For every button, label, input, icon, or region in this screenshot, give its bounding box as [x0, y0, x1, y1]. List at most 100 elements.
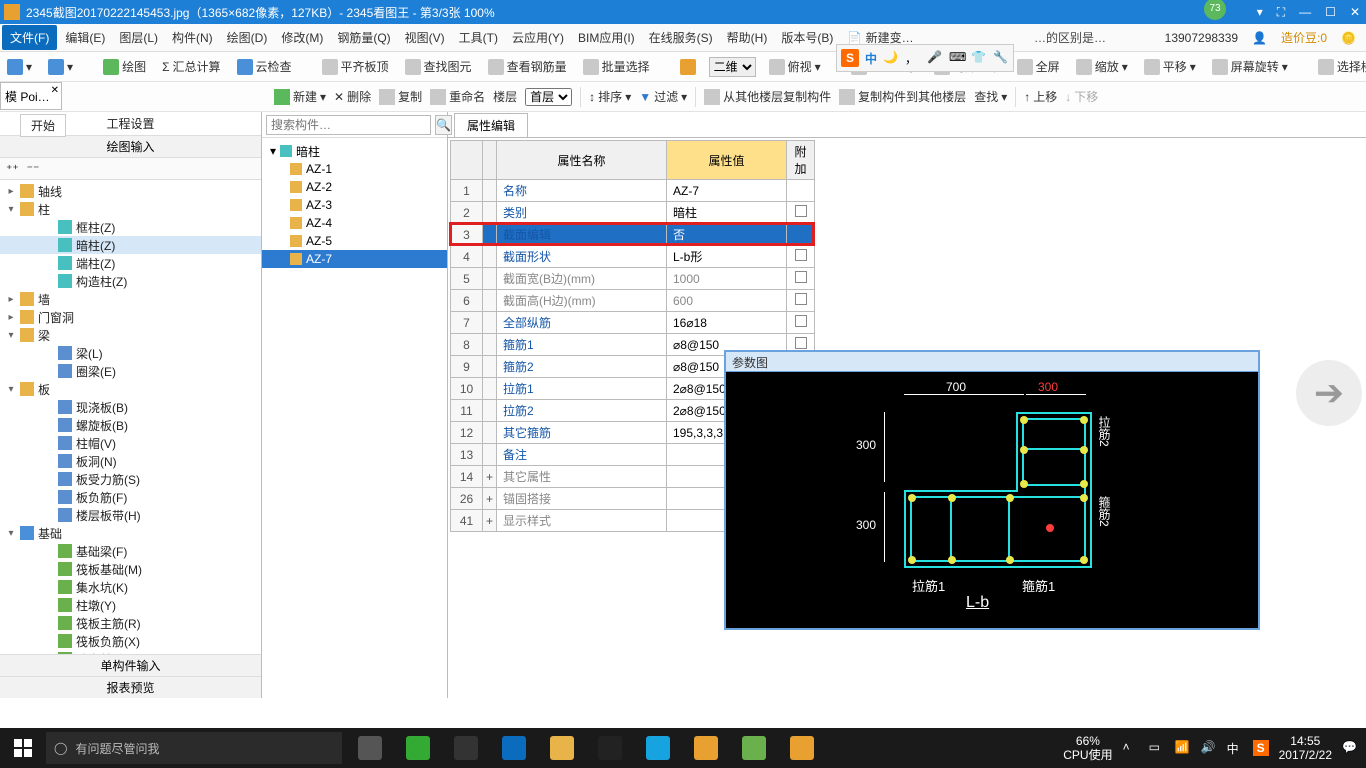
tree-node[interactable]: 梁(L): [0, 344, 261, 362]
tree-node[interactable]: ▾基础: [0, 524, 261, 542]
menu-layer[interactable]: 图层(L): [113, 25, 164, 50]
left-tab-header[interactable]: 模 Poi…✕: [0, 82, 62, 110]
tree-node[interactable]: 构造柱(Z): [0, 272, 261, 290]
start-tab[interactable]: 开始: [20, 114, 66, 137]
tree-node[interactable]: 圈梁(E): [0, 362, 261, 380]
tree-node[interactable]: ▸轴线: [0, 182, 261, 200]
fullscreen-button[interactable]: 全屏: [1014, 56, 1063, 77]
tree-node[interactable]: 螺旋板(B): [0, 416, 261, 434]
tree-node[interactable]: 筏板负筋(X): [0, 632, 261, 650]
cloud-badge[interactable]: 73: [1204, 0, 1226, 20]
next-image-arrow[interactable]: ➔: [1296, 360, 1362, 426]
table-row[interactable]: 6截面高(H边)(mm)600: [451, 290, 815, 312]
tree-node[interactable]: 板洞(N): [0, 452, 261, 470]
ime-mic-icon[interactable]: 🎤: [927, 50, 943, 66]
expand-icon[interactable]: ⁺⁺: [6, 162, 19, 176]
screen-rotate-button[interactable]: 屏幕旋转▾: [1209, 56, 1291, 77]
draw-button[interactable]: 绘图: [100, 56, 149, 77]
user-icon[interactable]: 👤: [1252, 31, 1267, 45]
list-item[interactable]: AZ-2: [262, 178, 447, 196]
menu-modify[interactable]: 修改(M): [275, 25, 329, 50]
pin-icon[interactable]: ✕: [51, 85, 59, 96]
list-item[interactable]: AZ-5: [262, 232, 447, 250]
tree-node[interactable]: 板负筋(F): [0, 488, 261, 506]
coin-icon[interactable]: 🪙: [1341, 31, 1356, 45]
new-button[interactable]: 新建▾: [274, 88, 326, 105]
menu-tools[interactable]: 工具(T): [453, 25, 504, 50]
redo-button[interactable]: ▾: [45, 57, 76, 77]
undo-button[interactable]: ▾: [4, 57, 35, 77]
table-row[interactable]: 5截面宽(B边)(mm)1000: [451, 268, 815, 290]
tree-node[interactable]: 现浇板(B): [0, 398, 261, 416]
tree-node[interactable]: 基础梁(F): [0, 542, 261, 560]
flat-top-button[interactable]: 平齐板顶: [319, 56, 392, 77]
tray-ime-icon[interactable]: 中: [1227, 740, 1243, 756]
tab-property-edit[interactable]: 属性编辑: [454, 113, 528, 137]
app-browser1[interactable]: [444, 728, 488, 768]
list-item[interactable]: AZ-7: [262, 250, 447, 268]
cortana-search[interactable]: ◯ 有问题尽管问我: [46, 732, 342, 764]
table-row[interactable]: 7全部纵筋16⌀18: [451, 312, 815, 334]
filter-button[interactable]: ▼ 过滤▾: [639, 88, 687, 105]
component-list[interactable]: ▾暗柱AZ-1AZ-2AZ-3AZ-4AZ-5AZ-7: [262, 138, 447, 698]
app-manager[interactable]: [636, 728, 680, 768]
tree-node[interactable]: 楼层板带(H): [0, 506, 261, 524]
viewcube-button[interactable]: [677, 57, 699, 77]
tree-node[interactable]: 柱帽(V): [0, 434, 261, 452]
app-360b[interactable]: [732, 728, 776, 768]
tree-node[interactable]: 筏板主筋(R): [0, 614, 261, 632]
menu-rebar[interactable]: 钢筋量(Q): [331, 25, 396, 50]
start-button[interactable]: [0, 728, 46, 768]
tree-node[interactable]: 集水坑(K): [0, 578, 261, 596]
tree-node[interactable]: 筏板基础(M): [0, 560, 261, 578]
tray-battery-icon[interactable]: ▭: [1149, 740, 1165, 756]
minimize-icon[interactable]: —: [1299, 5, 1311, 20]
tree-node[interactable]: 暗柱(Z): [0, 236, 261, 254]
ime-toolbar[interactable]: S 中 🌙 ， 🎤 ⌨ 👕 🔧: [836, 44, 1014, 72]
table-row[interactable]: 4截面形状L-b形: [451, 246, 815, 268]
tree-node[interactable]: ▸墙: [0, 290, 261, 308]
list-item[interactable]: AZ-3: [262, 196, 447, 214]
collapse-icon[interactable]: ⁻⁻: [27, 162, 40, 176]
menu-draw[interactable]: 绘图(D): [221, 25, 274, 50]
move-down-button[interactable]: ↓ 下移: [1065, 88, 1098, 105]
cpu-meter[interactable]: 66%CPU使用: [1063, 734, 1112, 762]
top-view-button[interactable]: 俯视▾: [766, 56, 824, 77]
batch-select-button[interactable]: 批量选择: [580, 56, 653, 77]
app-store[interactable]: [588, 728, 632, 768]
list-root[interactable]: ▾暗柱: [262, 142, 447, 160]
view-mode-select[interactable]: 二维: [709, 57, 756, 77]
draw-input-header[interactable]: 绘图输入: [0, 136, 261, 158]
fullscreen-icon[interactable]: ⛶: [1277, 5, 1285, 20]
menu-cloud[interactable]: 云应用(Y): [506, 25, 570, 50]
delete-button[interactable]: ✕ 删除: [334, 88, 371, 105]
select-floor-button[interactable]: 选择楼层: [1315, 56, 1366, 77]
ime-keyboard-icon[interactable]: ⌨: [949, 50, 965, 66]
find-elem-button[interactable]: 查找图元: [402, 56, 475, 77]
rename-button[interactable]: 重命名: [430, 88, 485, 105]
tree-node[interactable]: ▾梁: [0, 326, 261, 344]
table-row[interactable]: 3截面编辑否: [451, 224, 815, 246]
menu-bim[interactable]: BIM应用(I): [572, 25, 641, 50]
tree-node[interactable]: 板受力筋(S): [0, 470, 261, 488]
app-360[interactable]: [396, 728, 440, 768]
ime-moon-icon[interactable]: 🌙: [883, 50, 899, 66]
sogou-icon[interactable]: S: [841, 49, 859, 67]
tray-clock[interactable]: 14:552017/2/22: [1279, 734, 1332, 762]
list-item[interactable]: AZ-4: [262, 214, 447, 232]
ime-skin-icon[interactable]: 👕: [971, 50, 987, 66]
app-2345[interactable]: [684, 728, 728, 768]
menu-online[interactable]: 在线服务(S): [643, 25, 719, 50]
report-preview[interactable]: 报表预览: [0, 676, 261, 698]
tree-node[interactable]: 框柱(Z): [0, 218, 261, 236]
tray-up-icon[interactable]: ˄: [1123, 740, 1139, 756]
list-item[interactable]: AZ-1: [262, 160, 447, 178]
ime-tool-icon[interactable]: 🔧: [993, 50, 1009, 66]
sum-button[interactable]: Σ 汇总计算: [159, 56, 223, 77]
ime-lang[interactable]: 中: [865, 50, 877, 67]
view-steel-button[interactable]: 查看钢筋量: [485, 56, 570, 77]
search-input[interactable]: [266, 115, 431, 135]
menu-view[interactable]: 视图(V): [399, 25, 451, 50]
move-up-button[interactable]: ↑ 上移: [1024, 88, 1057, 105]
menu-file[interactable]: 文件(F): [2, 25, 57, 50]
